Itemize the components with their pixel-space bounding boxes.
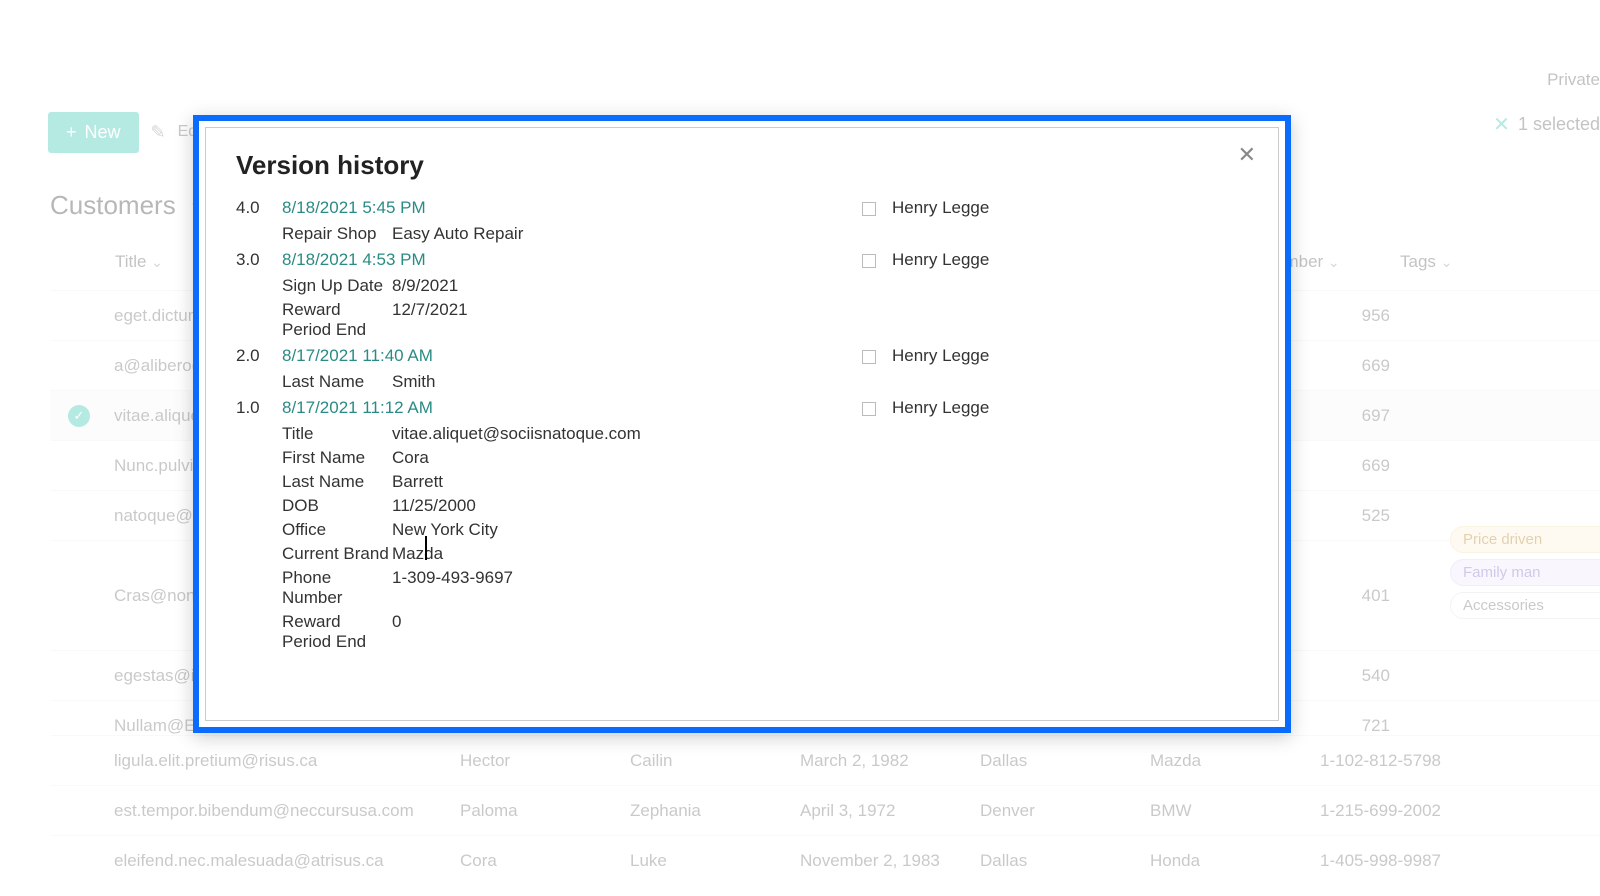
version-date-link[interactable]: 8/18/2021 4:53 PM xyxy=(282,250,862,270)
version-checkbox[interactable] xyxy=(862,202,876,216)
field-label: Reward Period End xyxy=(282,612,392,652)
row-number: 669 xyxy=(1320,456,1390,476)
field-value: 11/25/2000 xyxy=(392,496,862,516)
field-label: DOB xyxy=(282,496,392,516)
table-row[interactable]: est.tempor.bibendum@neccursusa.comPaloma… xyxy=(50,785,1600,835)
brand: Honda xyxy=(1150,851,1320,871)
field-value: Cora xyxy=(392,448,862,468)
first-name: Cora xyxy=(460,851,630,871)
version-date-link[interactable]: 8/17/2021 11:12 AM xyxy=(282,398,862,418)
field-value: 12/7/2021 xyxy=(392,300,862,340)
office: Denver xyxy=(980,801,1150,821)
field-label: Phone Number xyxy=(282,568,392,608)
version-user: Henry Legge xyxy=(892,198,1192,218)
dialog-title: Version history xyxy=(206,150,1278,195)
chevron-down-icon: ⌄ xyxy=(1328,254,1340,270)
field-label: Reward Period End xyxy=(282,300,392,340)
version-checkbox[interactable] xyxy=(862,350,876,364)
field-value: Barrett xyxy=(392,472,862,492)
version-history-dialog: Version history ✕ 4.08/18/2021 5:45 PM He… xyxy=(193,115,1291,733)
row-number: 540 xyxy=(1320,666,1390,686)
field-label: Last Name xyxy=(282,372,392,392)
pencil-icon[interactable]: ✎ xyxy=(151,122,166,143)
table-row[interactable]: eleifend.nec.malesuada@atrisus.caCoraLuk… xyxy=(50,835,1600,885)
row-number: 669 xyxy=(1320,356,1390,376)
new-button[interactable]: + New xyxy=(48,112,139,153)
office: Dallas xyxy=(980,851,1150,871)
privacy-label: Private xyxy=(1547,70,1600,90)
phone: 1-215-699-2002 xyxy=(1320,801,1520,821)
first-name: Hector xyxy=(460,751,630,771)
field-label: Sign Up Date xyxy=(282,276,392,296)
text-cursor xyxy=(425,536,427,560)
last-name: Cailin xyxy=(630,751,800,771)
row-title: Nunc.pulvin xyxy=(114,456,203,476)
new-button-label: New xyxy=(85,122,121,143)
last-name: Zephania xyxy=(630,801,800,821)
version-checkbox[interactable] xyxy=(862,402,876,416)
field-label: Repair Shop xyxy=(282,224,392,244)
tag[interactable]: Family man xyxy=(1450,559,1600,586)
phone: 1-102-812-5798 xyxy=(1320,751,1520,771)
version-number: 4.0 xyxy=(236,198,282,218)
field-value: New York City xyxy=(392,520,862,540)
field-value: 8/9/2021 xyxy=(392,276,862,296)
version-number: 1.0 xyxy=(236,398,282,418)
tag[interactable]: Price driven xyxy=(1450,526,1600,553)
row-number: 721 xyxy=(1320,716,1390,736)
tag[interactable]: Accessories xyxy=(1450,592,1600,619)
version-user: Henry Legge xyxy=(892,346,1192,366)
list-title: Customers xyxy=(50,190,176,221)
dob: November 2, 1983 xyxy=(800,851,980,871)
field-value: Mazda xyxy=(392,544,862,564)
clear-selection-icon[interactable]: ✕ xyxy=(1493,112,1510,137)
version-date-link[interactable]: 8/17/2021 11:40 AM xyxy=(282,346,862,366)
version-date-link[interactable]: 8/18/2021 5:45 PM xyxy=(282,198,862,218)
row-title: eleifend.nec.malesuada@atrisus.ca xyxy=(50,851,460,871)
version-checkbox[interactable] xyxy=(862,254,876,268)
field-value: 1-309-493-9697 xyxy=(392,568,862,608)
field-value: 0 xyxy=(392,612,862,652)
row-number: 525 xyxy=(1320,506,1390,526)
row-title: ligula.elit.pretium@risus.ca xyxy=(50,751,460,771)
row-title: vitae.aliquet xyxy=(114,406,205,426)
field-value: vitae.aliquet@sociisnatoque.com xyxy=(392,424,862,444)
dob: March 2, 1982 xyxy=(800,751,980,771)
row-number: 956 xyxy=(1320,306,1390,326)
close-button[interactable]: ✕ xyxy=(1238,142,1256,168)
chevron-down-icon: ⌄ xyxy=(151,254,163,270)
check-icon: ✓ xyxy=(68,405,90,427)
version-number: 3.0 xyxy=(236,250,282,270)
row-number: 401 xyxy=(1320,586,1390,606)
last-name: Luke xyxy=(630,851,800,871)
col-title[interactable]: Title ⌄ xyxy=(115,252,163,272)
field-value[interactable]: Easy Auto Repair xyxy=(392,224,862,244)
field-label: Last Name xyxy=(282,472,392,492)
office: Dallas xyxy=(980,751,1150,771)
row-number: 697 xyxy=(1320,406,1390,426)
field-label: Title xyxy=(282,424,392,444)
row-title: est.tempor.bibendum@neccursusa.com xyxy=(50,801,460,821)
brand: BMW xyxy=(1150,801,1320,821)
plus-icon: + xyxy=(66,122,77,143)
brand: Mazda xyxy=(1150,751,1320,771)
first-name: Paloma xyxy=(460,801,630,821)
version-number: 2.0 xyxy=(236,346,282,366)
row-tags: Price driven Family man Accessories xyxy=(1450,526,1600,619)
table-row[interactable]: ligula.elit.pretium@risus.caHectorCailin… xyxy=(50,735,1600,785)
phone: 1-405-998-9987 xyxy=(1320,851,1520,871)
field-label: Office xyxy=(282,520,392,540)
chevron-down-icon: ⌄ xyxy=(1441,254,1453,270)
field-label: Current Brand xyxy=(282,544,392,564)
dob: April 3, 1972 xyxy=(800,801,980,821)
field-label: First Name xyxy=(282,448,392,468)
field-value: Smith xyxy=(392,372,862,392)
col-tags[interactable]: Tags ⌄ xyxy=(1400,252,1452,272)
version-user: Henry Legge xyxy=(892,398,1192,418)
version-user: Henry Legge xyxy=(892,250,1192,270)
selection-count: 1 selected xyxy=(1518,114,1600,135)
